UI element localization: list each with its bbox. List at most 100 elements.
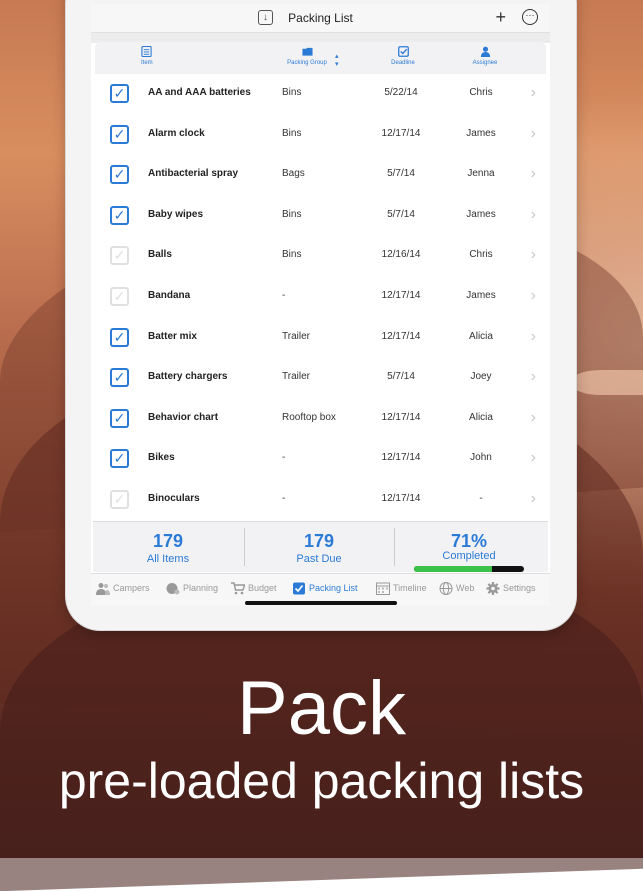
column-deadline-label: Deadline (391, 60, 415, 66)
assignee: Chris (469, 87, 493, 98)
chevron-right-icon[interactable]: › (531, 287, 536, 305)
packing-group: Rooftop box (282, 411, 336, 423)
deadline: 12/17/14 (381, 127, 421, 139)
packed-checkbox[interactable]: ✓ (110, 246, 129, 266)
table-row[interactable]: ✓ Batter mix Trailer 12/17/14 Alicia › (91, 318, 550, 359)
gear-icon (486, 582, 503, 595)
tab-label: Campers (113, 582, 150, 593)
item-name: Antibacterial spray (148, 168, 239, 180)
table-row[interactable]: ✓ Binoculars - 12/17/14 - › (91, 480, 550, 521)
table-row[interactable]: ✓ Bandana - 12/17/14 James › (91, 277, 550, 318)
completed-stat[interactable]: 71% Completed (394, 522, 544, 572)
item-name: AA and AAA batteries (148, 87, 251, 98)
person-icon (480, 46, 490, 57)
packed-checkbox[interactable]: ✓ (110, 205, 129, 225)
item-name: Battery chargers (148, 371, 228, 383)
item-name: Balls (148, 249, 172, 261)
item-name: Binoculars (148, 492, 200, 504)
tab-label: Settings (503, 582, 536, 593)
table-row[interactable]: ✓ Bikes - 12/17/14 John › (91, 439, 550, 480)
table-row[interactable]: ✓ Battery chargers Trailer 5/7/14 Joey › (91, 358, 550, 399)
column-header: Item Packing Group ▴ ▾ Deadline Assignee (95, 42, 546, 74)
all-items-stat[interactable]: 179 All Items (93, 522, 243, 572)
deadline: 12/17/14 (381, 492, 421, 504)
add-icon[interactable]: + (495, 7, 506, 27)
column-assignee[interactable]: Assignee (457, 46, 513, 66)
column-deadline[interactable]: Deadline (375, 46, 431, 66)
item-name: Bandana (148, 289, 191, 301)
tab-planning[interactable]: Planning (166, 582, 218, 595)
column-group-label: Packing Group (287, 60, 327, 66)
folder-icon (301, 47, 313, 56)
table-row[interactable]: ✓ AA and AAA batteries Bins 5/22/14 Chris › (91, 74, 550, 115)
chevron-right-icon[interactable]: › (531, 165, 536, 183)
deadline: 5/22/14 (384, 87, 418, 98)
tab-settings[interactable]: Settings (486, 582, 536, 595)
column-assignee-label: Assignee (472, 60, 498, 66)
more-icon[interactable]: ··· (522, 9, 538, 25)
chevron-right-icon[interactable]: › (531, 409, 536, 427)
packing-group: Bags (282, 168, 305, 180)
people-icon (96, 583, 113, 595)
item-name: Behavior chart (148, 411, 219, 423)
table-row[interactable]: ✓ Baby wipes Bins 5/7/14 James › (91, 196, 550, 237)
chevron-right-icon[interactable]: › (531, 328, 536, 346)
packed-checkbox[interactable]: ✓ (110, 327, 129, 347)
packed-checkbox[interactable]: ✓ (110, 368, 129, 388)
chevron-right-icon[interactable]: › (531, 125, 536, 143)
deadline: 12/17/14 (381, 452, 421, 464)
assignee: Jenna (467, 168, 495, 180)
tab-label: Packing List (309, 582, 358, 593)
tab-budget[interactable]: Budget (231, 582, 277, 595)
completed-percent: 71% (450, 531, 488, 551)
column-item[interactable]: Item (141, 46, 153, 66)
packed-checkbox[interactable]: ✓ (110, 165, 129, 185)
packed-checkbox[interactable]: ✓ (110, 489, 129, 509)
chevron-right-icon[interactable]: › (531, 84, 536, 102)
chevron-right-icon[interactable]: › (531, 449, 536, 467)
list-icon (141, 46, 152, 57)
tab-packing-list[interactable]: Packing List (292, 582, 358, 595)
tab-timeline[interactable]: Timeline (376, 582, 427, 595)
tab-web[interactable]: Web (439, 582, 474, 595)
column-item-label: Item (141, 60, 153, 66)
deadline: 5/7/14 (387, 168, 415, 180)
tab-label: Timeline (393, 582, 427, 593)
assignee: John (470, 452, 492, 464)
summary-bar: 179 All Items 179 Past Due 71% Completed (93, 521, 548, 572)
all-items-label: All Items (146, 553, 190, 565)
deadline: 12/16/14 (381, 249, 421, 261)
chevron-right-icon[interactable]: › (531, 368, 536, 386)
item-name: Baby wipes (148, 208, 204, 220)
chevron-right-icon[interactable]: › (531, 206, 536, 224)
packed-checkbox[interactable]: ✓ (110, 286, 129, 306)
packing-group: Trailer (282, 371, 310, 383)
chevron-right-icon[interactable]: › (531, 246, 536, 264)
packing-group: Bins (282, 249, 302, 261)
packing-group: Trailer (282, 330, 310, 342)
deadline: 5/7/14 (387, 371, 415, 383)
sort-icon[interactable]: ▴ ▾ (335, 52, 339, 68)
packed-checkbox[interactable]: ✓ (110, 124, 129, 144)
completed-label: Completed (442, 550, 496, 562)
tab-label: Budget (248, 582, 277, 593)
assignee: Alicia (469, 411, 493, 423)
packed-checkbox[interactable]: ✓ (110, 84, 129, 103)
chevron-right-icon[interactable]: › (531, 490, 536, 508)
column-packing-group[interactable]: Packing Group (277, 46, 337, 66)
assignee: James (466, 127, 496, 139)
table-row[interactable]: ✓ Alarm clock Bins 12/17/14 James › (91, 115, 550, 156)
table-row[interactable]: ✓ Behavior chart Rooftop box 12/17/14 Alicia… (91, 399, 550, 440)
planning-icon (166, 583, 183, 595)
item-name: Batter mix (148, 330, 197, 342)
table-row[interactable]: ✓ Balls Bins 12/16/14 Chris › (91, 236, 550, 277)
packed-checkbox[interactable]: ✓ (110, 408, 129, 428)
packed-checkbox[interactable]: ✓ (110, 449, 129, 469)
assignee: Alicia (469, 330, 493, 342)
check-square-icon (397, 46, 409, 57)
past-due-stat[interactable]: 179 Past Due (244, 522, 394, 572)
table-row[interactable]: ✓ Antibacterial spray Bags 5/7/14 Jenna › (91, 155, 550, 196)
packing-list-table: ✓ AA and AAA batteries Bins 5/22/14 Chris › ✓ A… (91, 74, 550, 521)
nav-bar: ↓ Packing List + ··· (91, 4, 550, 33)
tab-campers[interactable]: Campers (96, 582, 150, 595)
